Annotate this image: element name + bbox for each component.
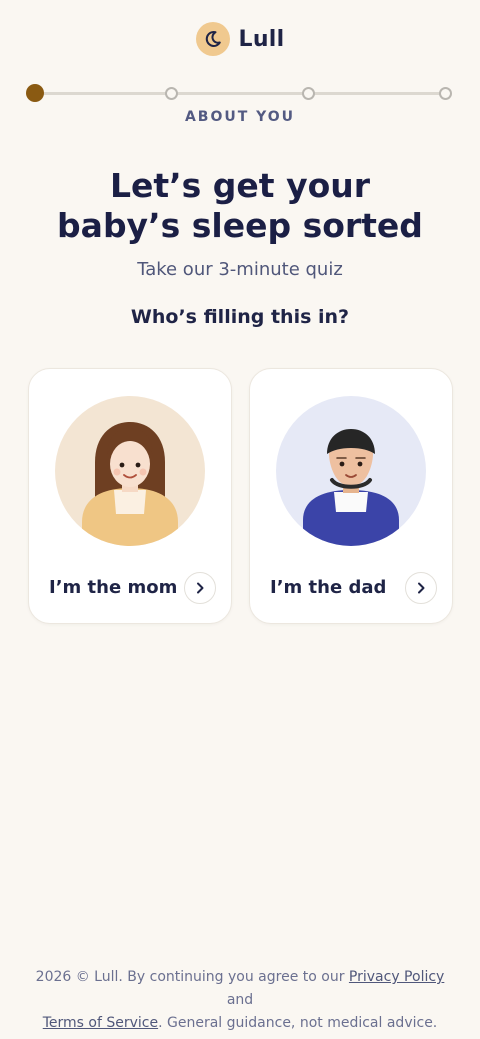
question-text: Who’s filling this in? <box>130 306 350 328</box>
chevron-right-icon[interactable] <box>405 572 437 604</box>
footer-disclaimer: 2026 © Lull. By continuing you agree to … <box>30 966 450 1035</box>
step-4-dot <box>439 87 452 100</box>
step-label: ABOUT YOU <box>184 109 296 125</box>
step-2-dot <box>165 87 178 100</box>
chevron-right-icon[interactable] <box>184 572 216 604</box>
option-label-dad: I’m the dad <box>270 577 387 598</box>
progress-track <box>36 92 446 95</box>
title-line-1: Let’s get your <box>109 166 371 205</box>
brand-name: Lull <box>238 26 285 52</box>
progress-stepper <box>26 84 454 102</box>
footer-suffix: . General guidance, not medical advice. <box>158 1015 438 1031</box>
title-line-2: baby’s sleep sorted <box>57 206 423 245</box>
terms-of-service-link[interactable]: Terms of Service <box>43 1015 158 1031</box>
option-label-mom: I’m the mom <box>49 577 178 598</box>
step-3-dot <box>302 87 315 100</box>
app-header: Lull <box>0 22 480 56</box>
page-subtitle: Take our 3-minute quiz <box>137 259 343 280</box>
moon-icon <box>195 22 230 56</box>
footer-and: and <box>226 992 254 1008</box>
dad-avatar <box>276 396 426 546</box>
mom-avatar <box>55 396 205 546</box>
step-1-dot <box>26 84 44 102</box>
footer-prefix: 2026 © Lull. By continuing you agree to … <box>35 969 345 985</box>
page-title: Let’s get your baby’s sleep sorted <box>0 166 480 246</box>
privacy-policy-link[interactable]: Privacy Policy <box>349 969 444 985</box>
option-card-mom[interactable]: I’m the mom <box>28 368 232 624</box>
option-card-dad[interactable]: I’m the dad <box>249 368 453 624</box>
